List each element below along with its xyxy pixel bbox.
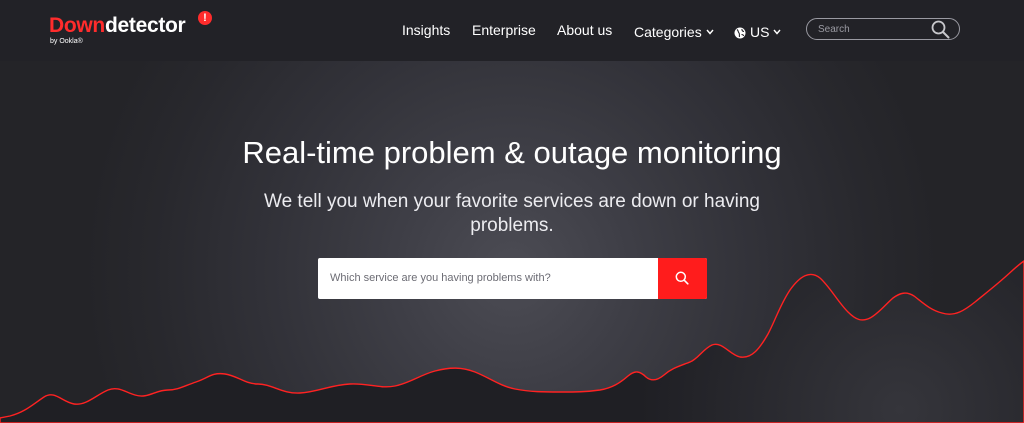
nav-region-selector[interactable]: US bbox=[734, 21, 781, 40]
nav-insights-link[interactable]: Insights bbox=[402, 21, 450, 39]
header-search-box bbox=[806, 18, 960, 40]
nav-about-link[interactable]: About us bbox=[557, 21, 612, 39]
header-search-input[interactable] bbox=[818, 21, 928, 37]
logo-word-detector: detector bbox=[104, 14, 186, 37]
logo-wordmark: Downdetector bbox=[49, 14, 186, 37]
chevron-down-icon bbox=[706, 21, 714, 39]
page: Downdetector ! by Ookla® Insights Enterp… bbox=[0, 0, 1024, 423]
nav-categories-dropdown[interactable]: Categories bbox=[634, 21, 714, 40]
top-navigation-bar: Downdetector ! by Ookla® Insights Enterp… bbox=[0, 0, 1024, 61]
nav-region-label: US bbox=[750, 24, 770, 40]
service-search-button[interactable] bbox=[658, 258, 707, 299]
hero-subtitle: We tell you when your favorite services … bbox=[263, 191, 760, 236]
chevron-down-icon bbox=[773, 21, 781, 39]
logo-word-down: Down bbox=[49, 14, 105, 37]
search-icon bbox=[675, 271, 689, 285]
hero-title: Real-time problem & outage monitoring bbox=[242, 135, 782, 170]
nav-enterprise-link[interactable]: Enterprise bbox=[472, 21, 536, 39]
search-icon[interactable] bbox=[931, 20, 950, 44]
service-search-input[interactable] bbox=[330, 269, 650, 287]
globe-icon bbox=[734, 25, 746, 43]
nav-categories-label: Categories bbox=[634, 24, 702, 40]
logo-alert-badge: ! bbox=[198, 11, 212, 25]
logo-byline: by Ookla® bbox=[50, 38, 83, 45]
downdetector-logo[interactable]: Downdetector ! by Ookla® bbox=[49, 11, 212, 45]
service-search-box bbox=[318, 258, 707, 299]
